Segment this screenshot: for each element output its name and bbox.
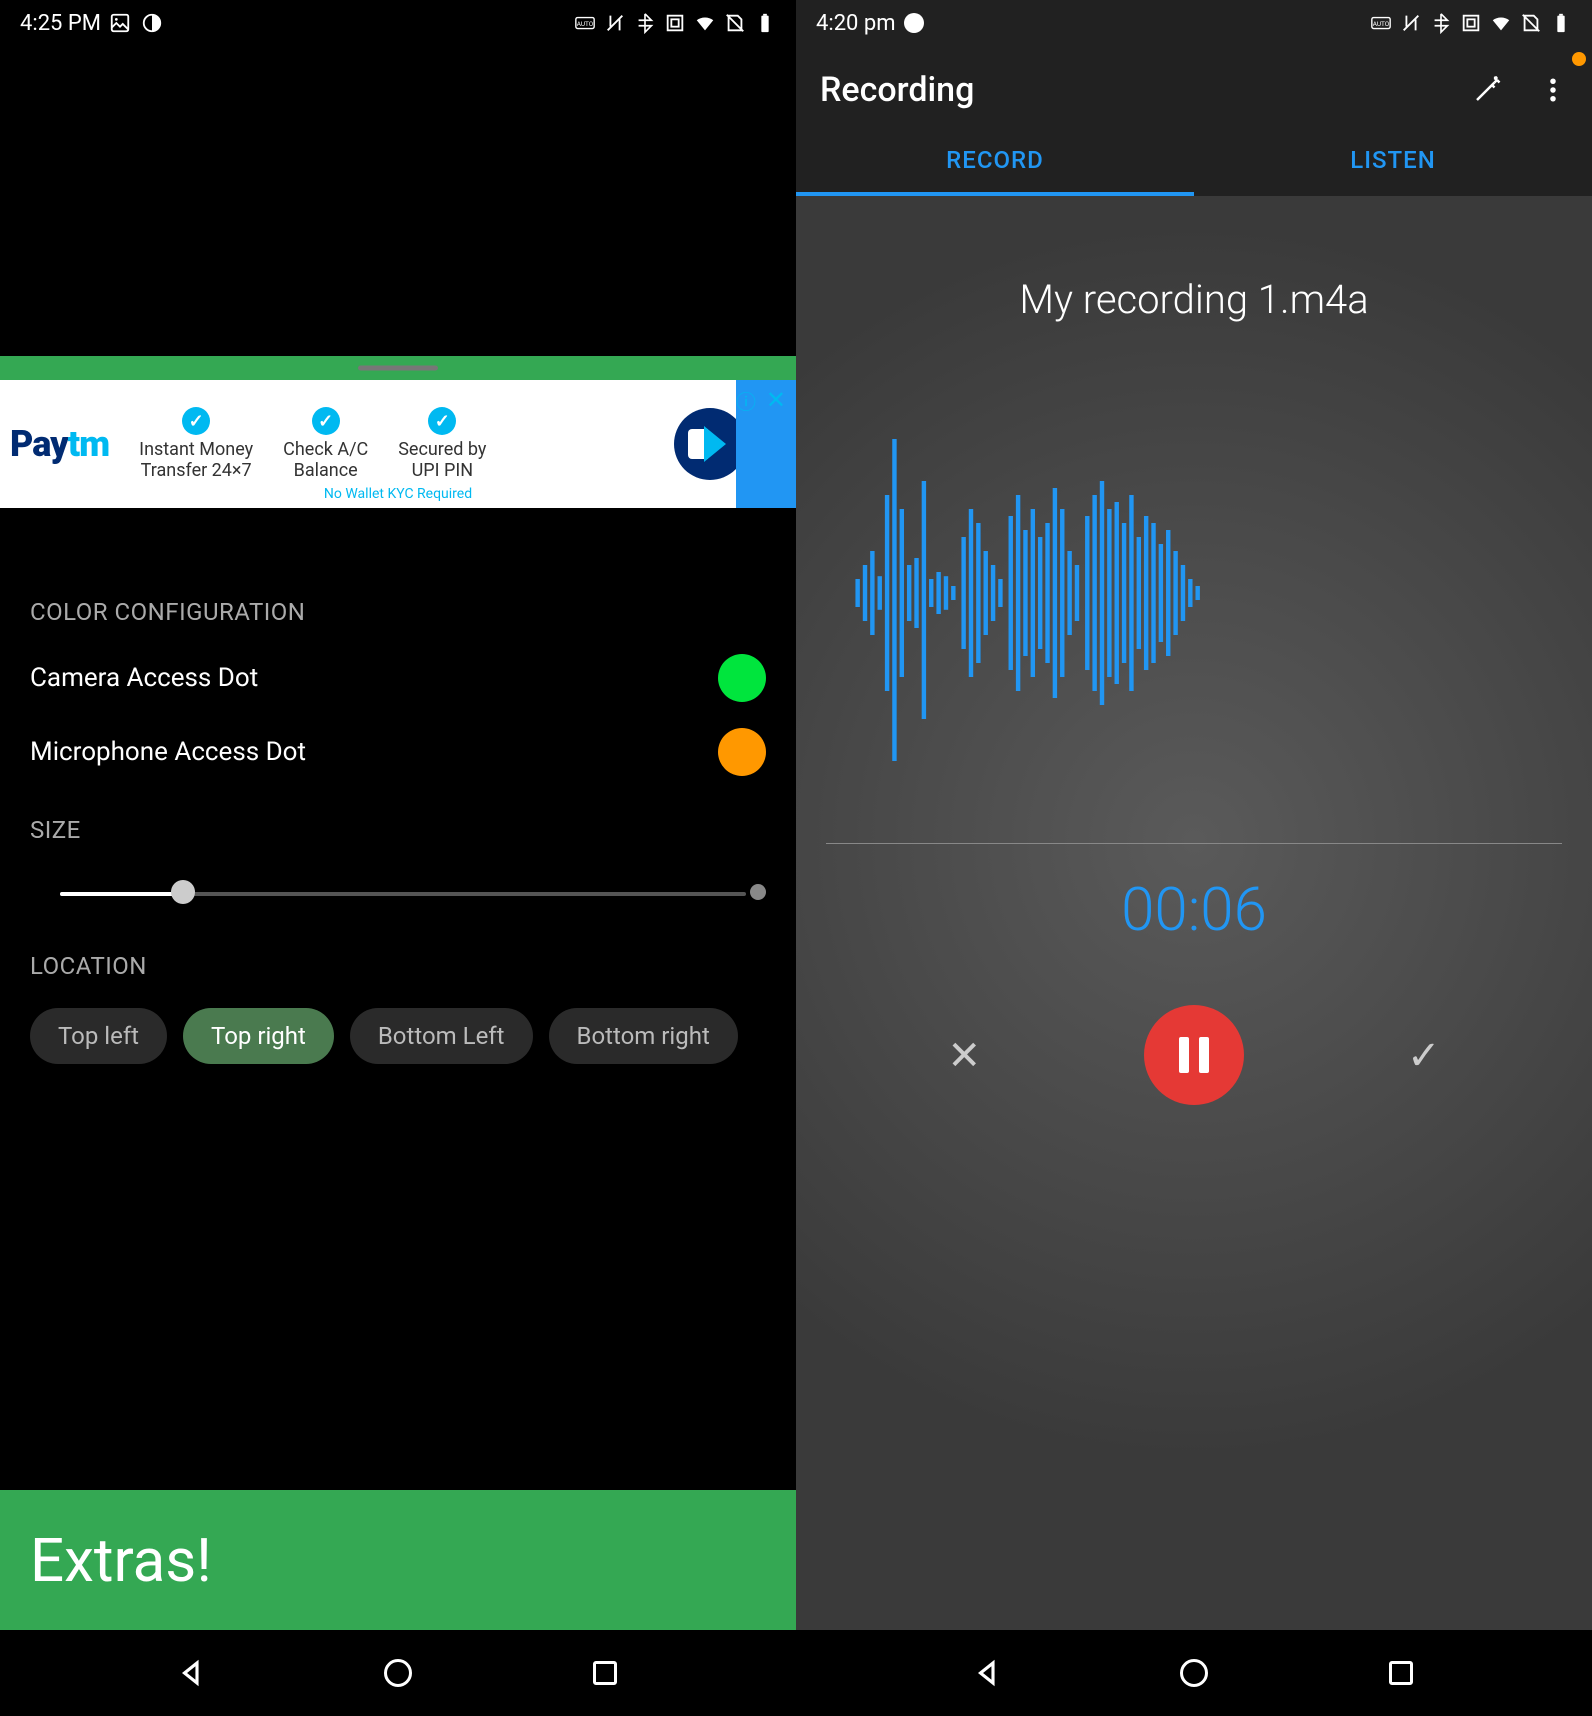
no-sim-icon: [1520, 12, 1542, 34]
ad-feature-1: Instant MoneyTransfer 24×7: [139, 407, 253, 481]
bluetooth-icon: [634, 12, 656, 34]
camera-dot-label: Camera Access Dot: [30, 663, 258, 693]
ad-footnote: No Wallet KYC Required: [324, 486, 472, 502]
location-chips: Top left Top right Bottom Left Bottom ri…: [30, 1008, 766, 1064]
chip-bottom-right[interactable]: Bottom right: [549, 1008, 738, 1064]
svg-text:AUTO: AUTO: [577, 20, 594, 28]
nav-back[interactable]: [973, 1658, 1003, 1688]
nav-bar: [0, 1630, 796, 1716]
mic-dot-row[interactable]: Microphone Access Dot: [30, 728, 766, 776]
ad-logo: Paytm: [10, 423, 109, 465]
camera-dot-row[interactable]: Camera Access Dot: [30, 654, 766, 702]
mic-dot-label: Microphone Access Dot: [30, 737, 306, 767]
preview-area: [0, 46, 796, 356]
nav-bar: [796, 1630, 1592, 1716]
app-bar: Recording RECORD LISTEN: [796, 46, 1592, 196]
confirm-button[interactable]: ✓: [1407, 1032, 1441, 1079]
battery-icon: [1550, 12, 1572, 34]
tab-record[interactable]: RECORD: [796, 124, 1194, 196]
nfc-icon: [1460, 12, 1482, 34]
data-off-icon: [1400, 12, 1422, 34]
magic-wand-icon[interactable]: [1472, 75, 1502, 105]
nav-recent[interactable]: [1386, 1658, 1416, 1688]
camera-dot-color[interactable]: [718, 654, 766, 702]
clock: 4:20 pm: [816, 11, 896, 36]
chip-bottom-left[interactable]: Bottom Left: [350, 1008, 533, 1064]
size-slider[interactable]: [60, 872, 746, 912]
auto-icon: AUTO: [574, 12, 596, 34]
mic-access-dot: [1572, 52, 1586, 66]
recording-time: 00:06: [826, 874, 1562, 945]
nav-home[interactable]: [383, 1658, 413, 1688]
extras-button[interactable]: Extras!: [0, 1490, 796, 1630]
nav-recent[interactable]: [590, 1658, 620, 1688]
section-size-title: SIZE: [30, 816, 766, 844]
bluetooth-icon: [1430, 12, 1452, 34]
contrast-icon: [141, 12, 163, 34]
section-location-title: LOCATION: [30, 952, 766, 980]
divider: [826, 843, 1562, 844]
ad-banner[interactable]: Paytm Instant MoneyTransfer 24×7 Check A…: [0, 380, 796, 508]
no-sim-icon: [724, 12, 746, 34]
mic-dot-color[interactable]: [718, 728, 766, 776]
auto-icon: AUTO: [1370, 12, 1392, 34]
waveform: [826, 383, 1562, 803]
wifi-icon: [694, 12, 716, 34]
section-color-title: COLOR CONFIGURATION: [30, 598, 766, 626]
chip-top-left[interactable]: Top left: [30, 1008, 167, 1064]
status-bar: 4:25 PM AUTO: [0, 0, 796, 46]
ad-feature-3: Secured byUPI PIN: [398, 407, 486, 481]
pause-button[interactable]: [1144, 1005, 1244, 1105]
chip-top-right[interactable]: Top right: [183, 1008, 334, 1064]
cancel-button[interactable]: ✕: [947, 1032, 981, 1079]
nfc-icon: [664, 12, 686, 34]
image-icon: [109, 12, 131, 34]
recording-filename: My recording 1.m4a: [826, 276, 1562, 323]
tab-listen[interactable]: LISTEN: [1194, 124, 1592, 196]
clock: 4:25 PM: [20, 11, 101, 36]
drag-handle[interactable]: [0, 356, 796, 380]
page-title: Recording: [820, 70, 1472, 110]
nav-home[interactable]: [1179, 1658, 1209, 1688]
svg-text:AUTO: AUTO: [1373, 20, 1390, 28]
battery-icon: [754, 12, 776, 34]
data-off-icon: [604, 12, 626, 34]
ad-info-icon[interactable]: ⓘ: [736, 386, 756, 415]
recording-indicator-icon: [904, 13, 924, 33]
ad-close-icon[interactable]: ✕: [766, 386, 786, 414]
ad-feature-2: Check A/CBalance: [283, 407, 368, 481]
nav-back[interactable]: [177, 1658, 207, 1688]
more-icon[interactable]: [1538, 75, 1568, 105]
status-icons: AUTO: [574, 12, 776, 34]
status-bar: 4:20 pm AUTO: [796, 0, 1592, 46]
status-icons: AUTO: [1370, 12, 1572, 34]
wifi-icon: [1490, 12, 1512, 34]
